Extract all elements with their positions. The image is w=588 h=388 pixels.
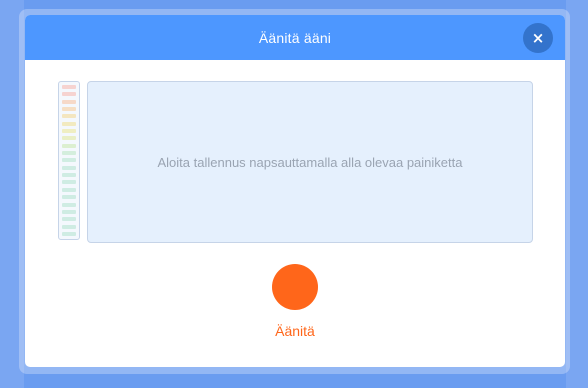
meter-segment bbox=[62, 187, 76, 192]
record-sound-modal: Äänitä ääni × Aloita tallennus napsautta… bbox=[25, 15, 565, 367]
meter-segment bbox=[62, 217, 76, 222]
meter-segment bbox=[62, 173, 76, 178]
input-level-meter bbox=[58, 81, 80, 240]
meter-segment bbox=[62, 209, 76, 214]
waveform-area: Aloita tallennus napsauttamalla alla ole… bbox=[87, 81, 533, 243]
record-button[interactable] bbox=[272, 264, 318, 310]
meter-segment bbox=[62, 143, 76, 148]
meter-segment bbox=[62, 114, 76, 119]
instruction-text: Aloita tallennus napsauttamalla alla ole… bbox=[157, 154, 463, 170]
modal-header: Äänitä ääni × bbox=[25, 15, 565, 60]
meter-segment bbox=[62, 202, 76, 207]
meter-segment bbox=[62, 180, 76, 185]
meter-segment bbox=[62, 136, 76, 141]
meter-segment bbox=[62, 92, 76, 97]
meter-segment bbox=[62, 165, 76, 170]
meter-segment bbox=[62, 224, 76, 229]
meter-segment bbox=[62, 121, 76, 126]
modal-title: Äänitä ääni bbox=[258, 29, 332, 46]
meter-segment bbox=[62, 195, 76, 200]
meter-segment bbox=[62, 151, 76, 156]
meter-segment bbox=[62, 158, 76, 163]
meter-segment bbox=[62, 107, 76, 112]
meter-segment bbox=[62, 231, 76, 236]
meter-segment bbox=[62, 85, 76, 89]
meter-segment bbox=[62, 99, 76, 104]
meter-segment bbox=[62, 129, 76, 134]
record-label[interactable]: Äänitä bbox=[245, 323, 345, 339]
close-button[interactable]: × bbox=[523, 23, 553, 53]
close-icon: × bbox=[531, 28, 545, 47]
